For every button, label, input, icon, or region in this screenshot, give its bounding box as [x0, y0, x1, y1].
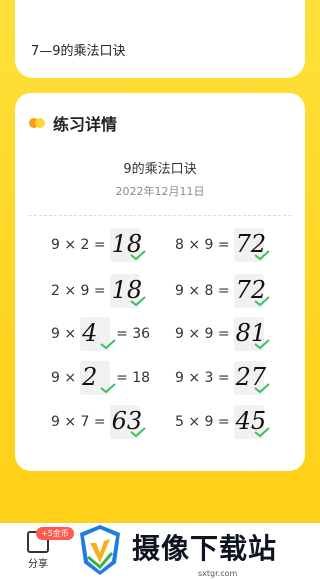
practice-detail-card: 练习详情 9的乘法口诀 2022年12月11日 9 × 2 = 18 8 × 9…	[15, 93, 305, 471]
equation-row: 9 × 2 = 18 8 × 9 = 72	[15, 225, 305, 265]
check-icon	[254, 427, 270, 437]
equation-text: 9 × 7 =	[51, 414, 106, 430]
equation-right: 9 × 8 = 72	[175, 271, 270, 311]
equation-right: 9 × 9 = 81	[175, 314, 270, 354]
section-title: 练习详情	[53, 115, 118, 134]
handwritten-answer: 4	[82, 319, 98, 347]
equation-left: 9 × 4 = 36	[51, 314, 150, 354]
check-icon	[100, 383, 116, 393]
bottom-bar: 分享 +5金币 摄像下载站 sxtgr.com	[0, 523, 320, 579]
check-icon	[130, 296, 146, 306]
section-header: 练习详情	[29, 111, 117, 135]
coin-badge: +5金币	[36, 527, 74, 540]
equation-result: = 36	[116, 326, 151, 342]
watermark-text: 摄像下载站	[132, 532, 278, 565]
exercise-date: 2022年12月11日	[115, 185, 205, 198]
handwritten-answer: 2	[82, 363, 98, 391]
equation-left: 2 × 9 = 18	[51, 271, 146, 311]
divider	[29, 215, 291, 216]
equation-right: 9 × 3 = 27	[175, 358, 270, 398]
equation-text: 9 × 2 =	[51, 237, 106, 253]
equation-left: 9 × 2 = 18	[51, 358, 150, 398]
equation-row: 9 × 4 = 36 9 × 9 = 81	[15, 314, 305, 354]
check-icon	[254, 383, 270, 393]
equation-right: 8 × 9 = 72	[175, 225, 270, 265]
equation-text: 2 × 9 =	[51, 283, 106, 299]
answer-box: 72	[233, 228, 270, 262]
equation-text: 5 × 9 =	[175, 414, 230, 430]
answer-box: 4	[80, 317, 116, 351]
answer-box: 81	[233, 317, 270, 351]
dots-icon	[29, 117, 47, 129]
check-icon	[254, 250, 270, 260]
equation-text: 8 × 9 =	[175, 237, 230, 253]
check-icon	[100, 339, 116, 349]
share-label: 分享	[28, 559, 48, 570]
equation-row: 2 × 9 = 18 9 × 8 = 72	[15, 271, 305, 311]
answer-box: 27	[233, 361, 270, 395]
answer-box: 63	[109, 405, 146, 439]
equation-text: 9 ×	[51, 370, 77, 386]
answer-box: 45	[233, 405, 270, 439]
equation-left: 9 × 7 = 63	[51, 402, 146, 442]
equation-left: 9 × 2 = 18	[51, 225, 146, 265]
watermark-url: sxtgr.com	[198, 569, 238, 578]
answer-box: 18	[109, 274, 146, 308]
exercise-title: 9的乘法口诀	[123, 162, 197, 177]
equation-row: 9 × 2 = 18 9 × 3 = 27	[15, 358, 305, 398]
equation-right: 5 × 9 = 45	[175, 402, 270, 442]
equation-text: 9 × 3 =	[175, 370, 230, 386]
answer-box: 2	[80, 361, 116, 395]
check-icon	[254, 339, 270, 349]
table-title[interactable]: 7—9的乘法口诀	[31, 40, 126, 59]
check-icon	[130, 427, 146, 437]
equation-text: 9 ×	[51, 326, 77, 342]
check-icon	[254, 296, 270, 306]
check-icon	[130, 250, 146, 260]
equation-text: 9 × 9 =	[175, 326, 230, 342]
answer-box: 72	[233, 274, 270, 308]
equation-row: 9 × 7 = 63 5 × 9 = 45	[15, 402, 305, 442]
previous-card: 7—9的乘法口诀	[15, 0, 305, 78]
equation-result: = 18	[116, 370, 151, 386]
answer-box: 18	[109, 228, 146, 262]
equation-text: 9 × 8 =	[175, 283, 230, 299]
watermark-logo-icon	[80, 525, 120, 575]
